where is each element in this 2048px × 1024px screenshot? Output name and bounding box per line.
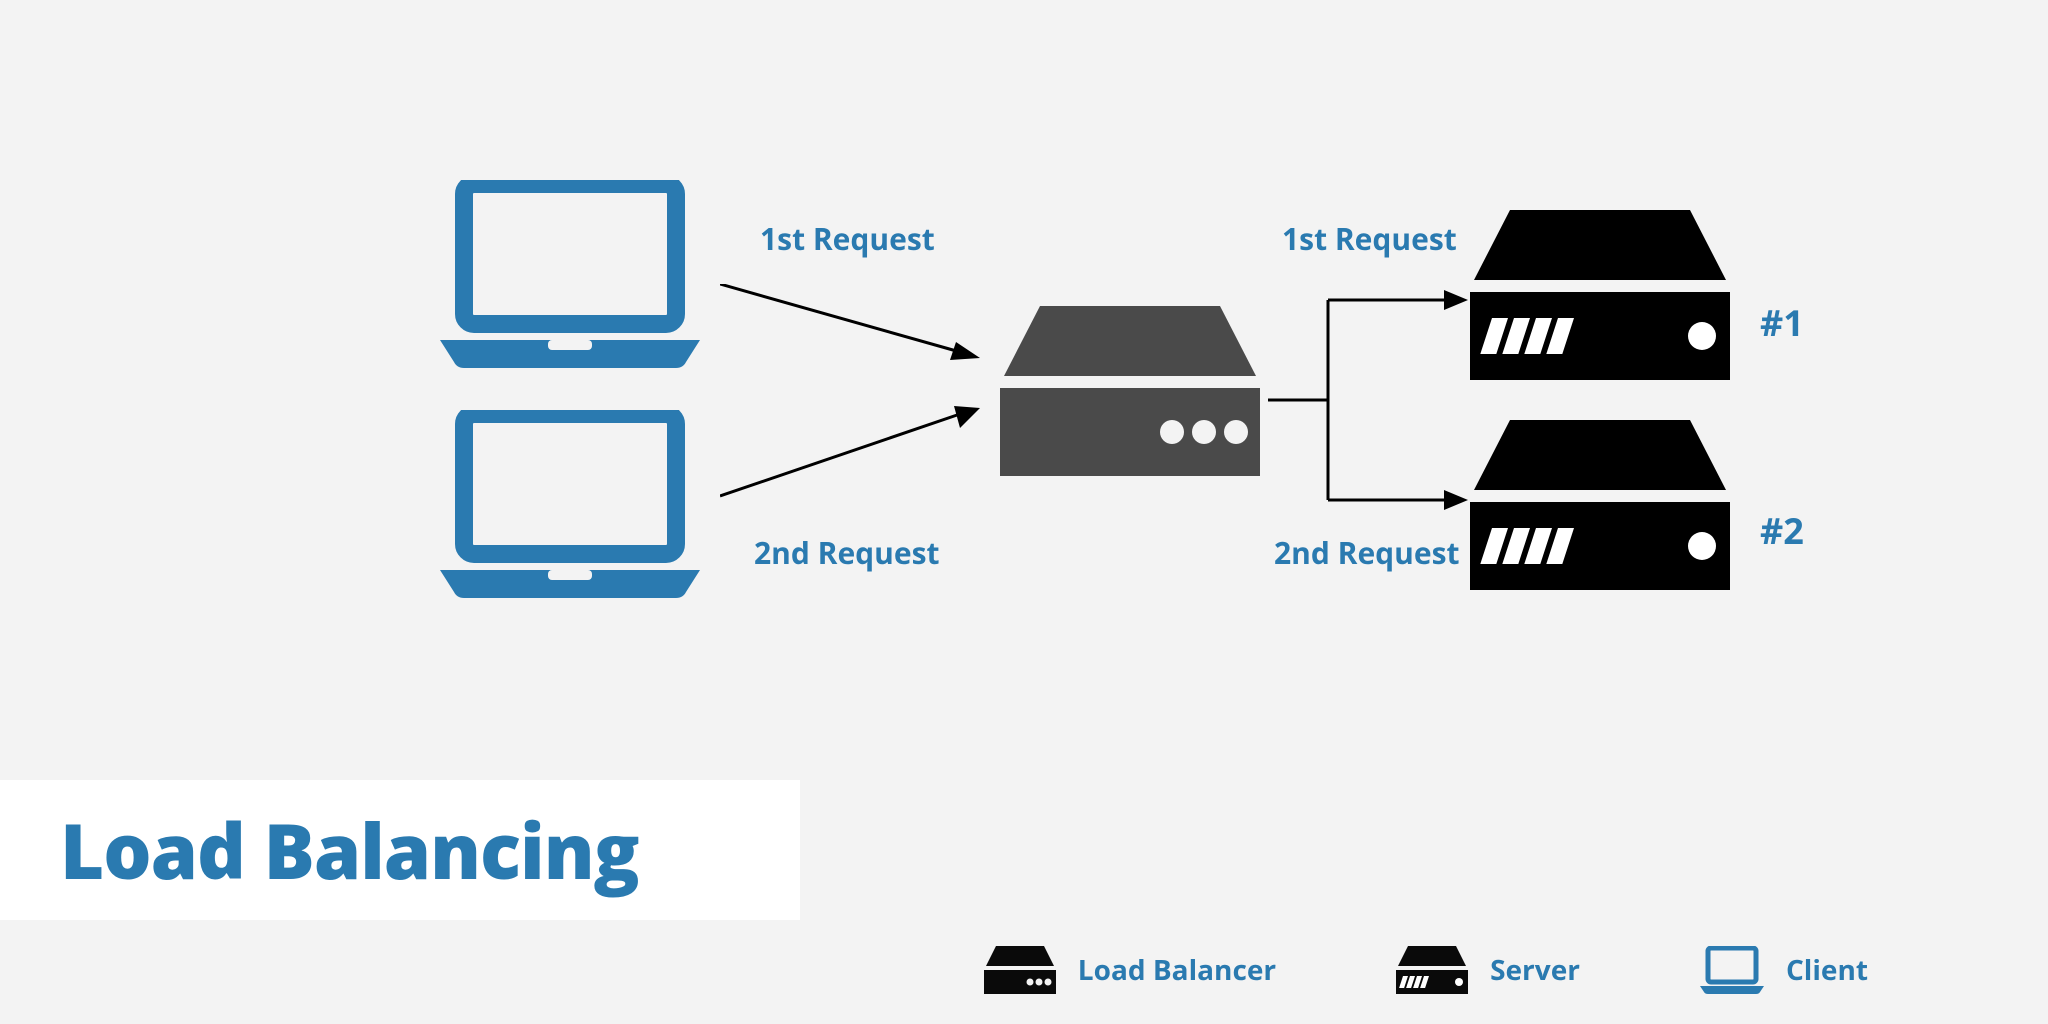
- legend-item-load-balancer: Load Balancer: [984, 946, 1276, 994]
- arrow-lb-split: [1268, 280, 1468, 520]
- diagram-title: Load Balancing: [60, 799, 639, 902]
- arrow-label-right-bottom: 2nd Request: [1274, 532, 1460, 573]
- legend-item-client: Client: [1700, 946, 1868, 994]
- server-icon-1: [1470, 210, 1730, 380]
- title-box: Load Balancing: [0, 780, 800, 920]
- legend: Load Balancer Server Client: [984, 946, 1868, 994]
- arrow-client1-to-lb: [720, 284, 980, 364]
- legend-label-load-balancer: Load Balancer: [1078, 951, 1276, 989]
- server-legend-icon: [1396, 946, 1468, 994]
- arrow-label-left-bottom: 2nd Request: [754, 532, 940, 573]
- server-number-1: #1: [1760, 298, 1804, 347]
- arrow-label-right-top: 1st Request: [1282, 218, 1457, 259]
- load-balancer-legend-icon: [984, 946, 1056, 994]
- diagram-canvas: #1 #2 1st Request 2nd Request 1st Reques…: [0, 0, 2048, 1024]
- arrow-label-left-top: 1st Request: [760, 218, 935, 259]
- load-balancer-icon: [1000, 306, 1260, 476]
- server-icon-2: [1470, 420, 1730, 590]
- legend-label-client: Client: [1786, 951, 1868, 989]
- server-number-2: #2: [1760, 506, 1804, 555]
- legend-item-server: Server: [1396, 946, 1580, 994]
- client-icon-1: [440, 180, 700, 370]
- client-icon-2: [440, 410, 700, 600]
- client-legend-icon: [1700, 946, 1764, 994]
- arrow-client2-to-lb: [720, 400, 980, 500]
- legend-label-server: Server: [1490, 951, 1580, 989]
